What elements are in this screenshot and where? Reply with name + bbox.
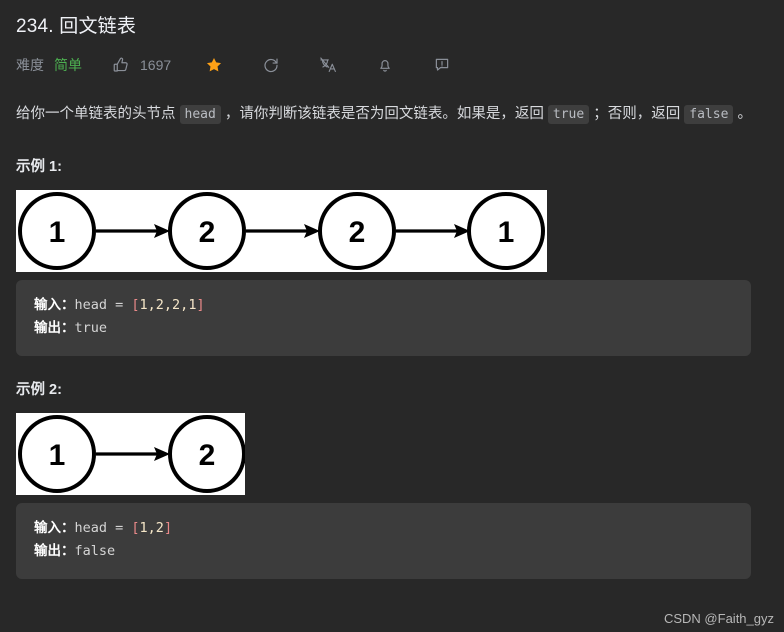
- like-count: 1697: [140, 57, 172, 73]
- example-1-output-line: 输出：true: [34, 317, 733, 340]
- like-button[interactable]: 1697: [112, 56, 171, 74]
- problem-page: 234. 回文链表 难度 简单 1697 给你一个单链表的头节点 head ，请…: [0, 0, 784, 632]
- example-1-heading: 示例 1:: [16, 159, 62, 175]
- example-2-diagram: 1 2: [16, 413, 768, 495]
- difficulty-label: 难度: [16, 57, 44, 73]
- star-icon: [207, 57, 222, 72]
- svg-text:2: 2: [199, 216, 216, 249]
- input-label: 输入：: [34, 297, 75, 313]
- svg-text:2: 2: [199, 439, 216, 472]
- bracket-open: [: [131, 520, 140, 536]
- difficulty-badge: 简单: [54, 57, 82, 73]
- example-2-input-line: 输入：head = [1,2]: [34, 517, 733, 540]
- linked-list-diagram-1: 1 2 2 1: [16, 190, 547, 272]
- example-2-heading: 示例 2:: [16, 382, 62, 398]
- input-label: 输入：: [34, 520, 75, 536]
- share-button[interactable]: [262, 56, 280, 74]
- output-value: true: [74, 320, 108, 336]
- example-1-code: 输入：head = [1,2,2,1] 输出：true: [16, 280, 751, 356]
- problem-description: 给你一个单链表的头节点 head ，请你判断该链表是否为回文链表。如果是，返回 …: [16, 100, 768, 129]
- input-var: head: [74, 520, 108, 536]
- input-eq: =: [107, 297, 132, 313]
- feedback-button[interactable]: [433, 56, 451, 74]
- inline-code-head: head: [179, 105, 221, 124]
- input-values: 1,2: [139, 520, 164, 536]
- svg-text:2: 2: [349, 216, 366, 249]
- linked-list-diagram-2: 1 2: [16, 413, 245, 495]
- bell-icon: [380, 60, 390, 72]
- bracket-close: ]: [196, 297, 205, 313]
- inline-code-true: true: [547, 105, 590, 124]
- input-var: head: [74, 297, 108, 313]
- example-1-input-line: 输入：head = [1,2,2,1]: [34, 294, 733, 317]
- problem-meta-row: 难度 简单 1697: [16, 52, 768, 78]
- example-2-code: 输入：head = [1,2] 输出：false: [16, 503, 751, 579]
- output-label: 输出：: [34, 543, 75, 559]
- bracket-open: [: [131, 297, 140, 313]
- example-1-diagram: 1 2 2 1: [16, 190, 768, 272]
- notification-button[interactable]: [376, 56, 394, 74]
- svg-text:1: 1: [498, 216, 515, 249]
- star-button[interactable]: [205, 56, 223, 74]
- svg-text:1: 1: [49, 216, 66, 249]
- desc-text-3: ；否则，返回: [589, 106, 685, 122]
- output-value: false: [74, 543, 116, 559]
- feedback-icon: [435, 58, 449, 71]
- thumbs-up-icon: [112, 56, 130, 74]
- desc-text-4: 。: [733, 106, 752, 122]
- output-label: 输出：: [34, 320, 75, 336]
- page-title: 234. 回文链表: [16, 16, 137, 37]
- translate-icon: [320, 57, 337, 73]
- bracket-close: ]: [163, 520, 173, 536]
- desc-text-1: 给你一个单链表的头节点: [16, 106, 180, 122]
- example-2-output-line: 输出：false: [34, 540, 733, 563]
- inline-code-false: false: [684, 105, 734, 124]
- input-eq: =: [107, 520, 132, 536]
- input-values: 1,2,2,1: [139, 297, 197, 313]
- svg-text:1: 1: [49, 439, 66, 472]
- translate-button[interactable]: [319, 56, 337, 74]
- desc-text-2: ，请你判断该链表是否为回文链表。如果是，返回: [220, 106, 548, 122]
- watermark: CSDN @Faith_gyz: [663, 611, 774, 626]
- share-icon: [264, 58, 278, 73]
